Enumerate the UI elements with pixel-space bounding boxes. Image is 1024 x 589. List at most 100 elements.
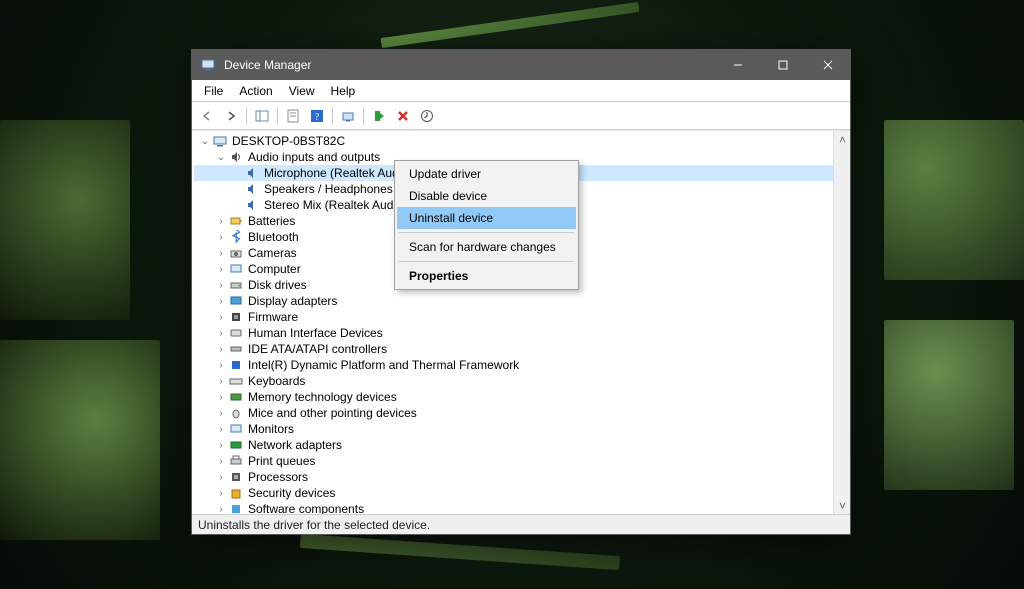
- mouse-icon: [228, 405, 244, 421]
- tree-label: IDE ATA/ATAPI controllers: [248, 342, 387, 356]
- printer-icon: [228, 453, 244, 469]
- vertical-scrollbar[interactable]: ˄ ˅: [833, 131, 850, 514]
- tree-ide[interactable]: › IDE ATA/ATAPI controllers: [194, 341, 833, 357]
- tree-label: DESKTOP-0BST82C: [232, 134, 345, 148]
- tree-monitors[interactable]: ›Monitors: [194, 421, 833, 437]
- context-properties[interactable]: Properties: [397, 265, 576, 287]
- status-text: Uninstalls the driver for the selected d…: [198, 518, 430, 532]
- scroll-up-arrow[interactable]: ˄: [834, 131, 850, 148]
- uninstall-device-button[interactable]: [392, 105, 414, 127]
- hid-icon: [228, 325, 244, 341]
- scroll-down-arrow[interactable]: ˅: [834, 497, 850, 514]
- tree-firmware[interactable]: › Firmware: [194, 309, 833, 325]
- context-update-driver[interactable]: Update driver: [397, 163, 576, 185]
- chip-icon: [228, 309, 244, 325]
- menu-help[interactable]: Help: [323, 82, 364, 100]
- context-uninstall-device[interactable]: Uninstall device: [397, 207, 576, 229]
- tree-intel[interactable]: › Intel(R) Dynamic Platform and Thermal F…: [194, 357, 833, 373]
- menu-file[interactable]: File: [196, 82, 231, 100]
- chevron-right-icon[interactable]: ›: [214, 424, 228, 435]
- toolbar: ?: [192, 102, 850, 130]
- chevron-right-icon[interactable]: ›: [214, 472, 228, 483]
- chevron-right-icon[interactable]: ›: [214, 360, 228, 371]
- ide-icon: [228, 341, 244, 357]
- scan-hardware-button[interactable]: [337, 105, 359, 127]
- chevron-right-icon[interactable]: ›: [214, 232, 228, 243]
- update-driver-button[interactable]: [416, 105, 438, 127]
- tree-swcomp[interactable]: › Software components: [194, 501, 833, 514]
- context-scan-hardware[interactable]: Scan for hardware changes: [397, 236, 576, 258]
- keyboard-icon: [228, 373, 244, 389]
- chevron-right-icon[interactable]: ›: [214, 392, 228, 403]
- tree-memtech[interactable]: › Memory technology devices: [194, 389, 833, 405]
- separator: [363, 107, 364, 125]
- app-icon: [200, 57, 216, 73]
- security-icon: [228, 485, 244, 501]
- svg-text:?: ?: [315, 112, 320, 123]
- window-title: Device Manager: [224, 58, 715, 72]
- chevron-right-icon[interactable]: ›: [214, 408, 228, 419]
- tree-label: Mice and other pointing devices: [248, 406, 417, 420]
- tree-label: Intel(R) Dynamic Platform and Thermal Fr…: [248, 358, 519, 372]
- statusbar: Uninstalls the driver for the selected d…: [192, 514, 850, 534]
- tree-label: Software components: [248, 502, 364, 514]
- chevron-down-icon[interactable]: ⌄: [198, 136, 212, 147]
- tree-label: Audio inputs and outputs: [248, 150, 380, 164]
- tree-label: Human Interface Devices: [248, 326, 383, 340]
- chevron-right-icon[interactable]: ›: [214, 248, 228, 259]
- chevron-right-icon[interactable]: ›: [214, 280, 228, 291]
- show-hide-tree-button[interactable]: [251, 105, 273, 127]
- close-button[interactable]: [805, 50, 850, 80]
- back-button[interactable]: [196, 105, 218, 127]
- chevron-right-icon[interactable]: ›: [214, 344, 228, 355]
- menu-action[interactable]: Action: [231, 82, 280, 100]
- tree-label: Memory technology devices: [248, 390, 397, 404]
- tree-label: Network adapters: [248, 438, 342, 452]
- tree-label: Display adapters: [248, 294, 337, 308]
- chevron-right-icon[interactable]: ›: [214, 376, 228, 387]
- context-menu: Update driver Disable device Uninstall d…: [394, 160, 579, 290]
- network-icon: [228, 437, 244, 453]
- chevron-right-icon[interactable]: ›: [214, 296, 228, 307]
- tree-label: Batteries: [248, 214, 295, 228]
- context-disable-device[interactable]: Disable device: [397, 185, 576, 207]
- titlebar[interactable]: Device Manager: [192, 50, 850, 80]
- tree-hid[interactable]: › Human Interface Devices: [194, 325, 833, 341]
- chevron-right-icon[interactable]: ›: [214, 312, 228, 323]
- tree-processors[interactable]: ›Processors: [194, 469, 833, 485]
- maximize-button[interactable]: [760, 50, 805, 80]
- tree-display[interactable]: › Display adapters: [194, 293, 833, 309]
- chip-icon: [228, 357, 244, 373]
- tree-label: Security devices: [248, 486, 335, 500]
- tree-keyboards[interactable]: ›Keyboards: [194, 373, 833, 389]
- camera-icon: [228, 245, 244, 261]
- speaker-icon: [244, 181, 260, 197]
- speaker-icon: [244, 165, 260, 181]
- computer-icon: [212, 133, 228, 149]
- chevron-right-icon[interactable]: ›: [214, 456, 228, 467]
- speaker-icon: [244, 197, 260, 213]
- properties-button[interactable]: [282, 105, 304, 127]
- chevron-right-icon[interactable]: ›: [214, 328, 228, 339]
- menu-view[interactable]: View: [281, 82, 323, 100]
- tree-label: Firmware: [248, 310, 298, 324]
- enable-device-button[interactable]: [368, 105, 390, 127]
- chevron-right-icon[interactable]: ›: [214, 216, 228, 227]
- chevron-right-icon[interactable]: ›: [214, 504, 228, 515]
- tree-network[interactable]: › Network adapters: [194, 437, 833, 453]
- chevron-down-icon[interactable]: ⌄: [214, 152, 228, 163]
- computer-icon: [228, 261, 244, 277]
- chevron-right-icon[interactable]: ›: [214, 488, 228, 499]
- tree-security[interactable]: › Security devices: [194, 485, 833, 501]
- tree-label: Bluetooth: [248, 230, 299, 244]
- chevron-right-icon[interactable]: ›: [214, 440, 228, 451]
- minimize-button[interactable]: [715, 50, 760, 80]
- help-button[interactable]: ?: [306, 105, 328, 127]
- forward-button[interactable]: [220, 105, 242, 127]
- tree-mice[interactable]: › Mice and other pointing devices: [194, 405, 833, 421]
- tree-printq[interactable]: ›Print queues: [194, 453, 833, 469]
- tree-root[interactable]: ⌄ DESKTOP-0BST82C: [194, 133, 833, 149]
- chevron-right-icon[interactable]: ›: [214, 264, 228, 275]
- tree-label: Cameras: [248, 246, 297, 260]
- separator: [332, 107, 333, 125]
